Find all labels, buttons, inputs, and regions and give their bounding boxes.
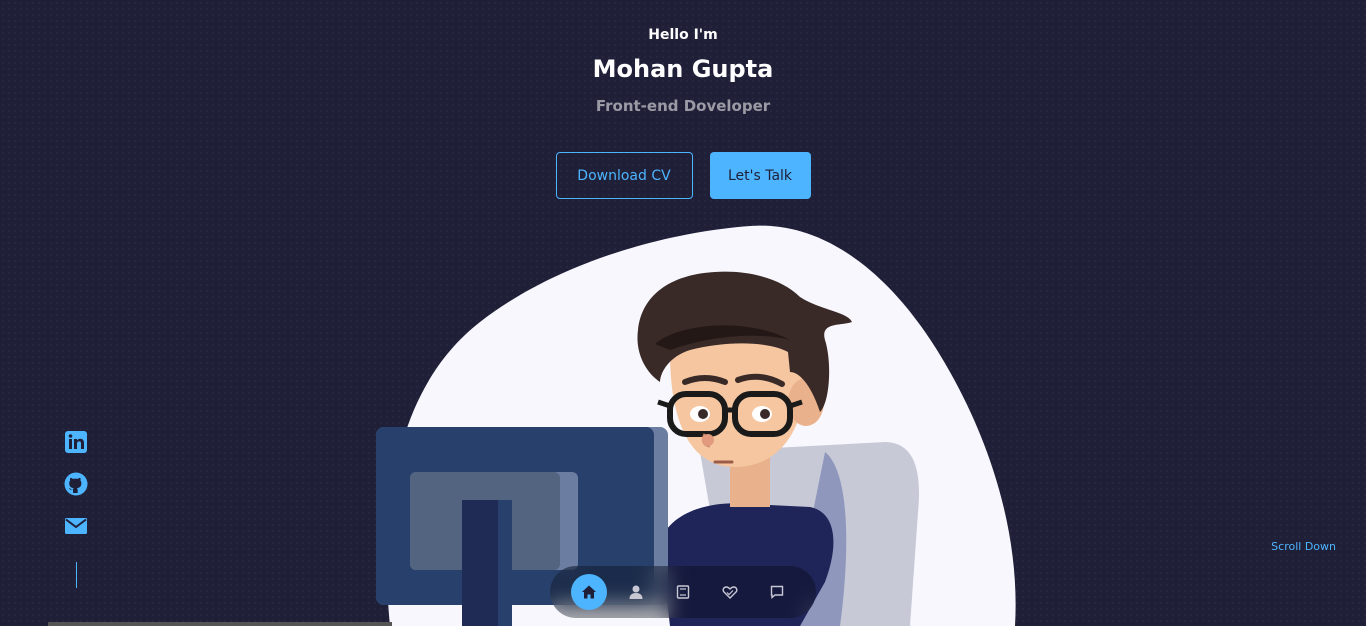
email-icon[interactable]	[64, 514, 88, 538]
role-subtitle: Front-end Doveloper	[595, 97, 771, 115]
linkedin-icon[interactable]	[64, 430, 88, 454]
social-divider	[75, 562, 77, 588]
services-icon	[722, 586, 738, 599]
page-title: Mohan Gupta	[592, 55, 774, 83]
github-icon[interactable]	[64, 472, 88, 496]
cta-group: Download CV Let's Talk	[0, 152, 1366, 199]
floating-nav	[550, 566, 816, 618]
lets-talk-button[interactable]: Let's Talk	[709, 152, 811, 199]
download-cv-button[interactable]: Download CV	[555, 152, 693, 199]
greeting-text: Hello I'm	[648, 27, 718, 43]
home-icon	[582, 585, 597, 599]
nav-about[interactable]	[618, 574, 654, 610]
social-links	[64, 430, 88, 588]
nav-experience[interactable]	[665, 574, 701, 610]
scroll-down-link[interactable]: Scroll Down	[1271, 540, 1336, 553]
message-icon	[770, 585, 783, 599]
nav-home[interactable]	[571, 574, 608, 610]
user-icon	[629, 585, 643, 599]
nav-services[interactable]	[712, 574, 748, 610]
nav-contact[interactable]	[759, 574, 795, 610]
book-icon	[676, 585, 690, 599]
horizontal-scrollbar[interactable]	[48, 622, 392, 626]
